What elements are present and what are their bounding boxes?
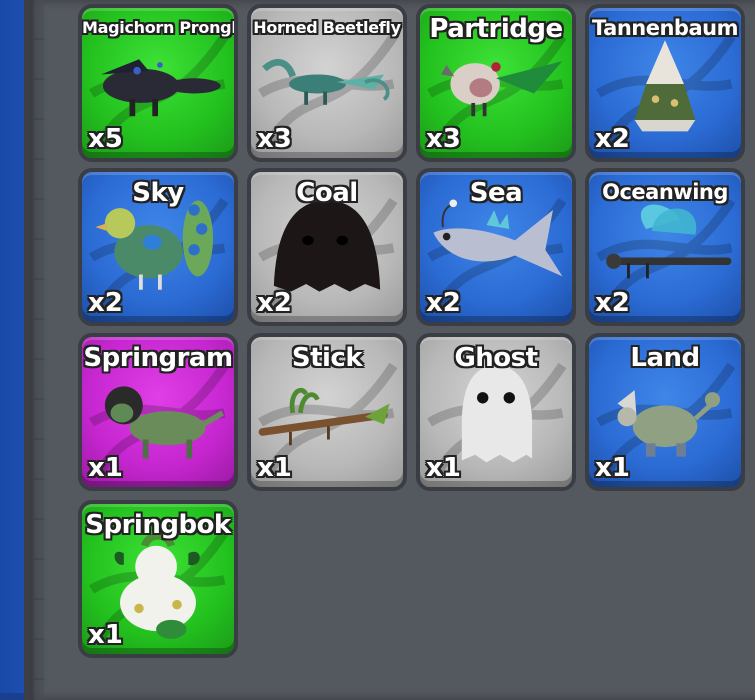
- pet-name: Land: [630, 343, 700, 373]
- pet-count: x3: [426, 124, 461, 154]
- pet-name: Coal: [296, 178, 358, 208]
- pet-card-partridge[interactable]: Partridge x3: [416, 4, 576, 162]
- pet-name: Springbok: [85, 510, 231, 540]
- pet-card-sky[interactable]: Sky x2: [78, 168, 238, 326]
- pet-count: x2: [595, 288, 630, 318]
- pet-count: x1: [426, 453, 461, 483]
- pet-count: x1: [595, 453, 630, 483]
- pet-card-tannenbaum[interactable]: Tannenbaum x2: [585, 4, 745, 162]
- pet-card-coal[interactable]: Coal x2: [247, 168, 407, 326]
- pet-count: x1: [257, 453, 292, 483]
- pet-count: x3: [257, 124, 292, 154]
- pet-card-horned-beetlefly[interactable]: Horned Beetlefly x3: [247, 4, 407, 162]
- pet-name: Sea: [469, 178, 523, 208]
- pet-card-sea[interactable]: Sea x2: [416, 168, 576, 326]
- pet-name: Ghost: [454, 343, 538, 373]
- pet-count: x1: [88, 620, 123, 650]
- pet-count: x2: [595, 124, 630, 154]
- pet-name: Springram: [83, 343, 233, 373]
- pet-card-springbok[interactable]: Springbok x1: [78, 500, 238, 658]
- pet-count: x2: [257, 288, 292, 318]
- pet-card-oceanwing[interactable]: Oceanwing x2: [585, 168, 745, 326]
- pet-card-ghost[interactable]: Ghost x1: [416, 333, 576, 491]
- pet-name: Stick: [291, 343, 363, 373]
- pet-count: x2: [426, 288, 461, 318]
- pet-name: Partridge: [429, 14, 563, 44]
- pet-name: Oceanwing: [602, 180, 728, 204]
- pet-card-land[interactable]: Land x1: [585, 333, 745, 491]
- pet-count: x5: [88, 124, 123, 154]
- pet-name: Tannenbaum: [592, 16, 738, 40]
- pet-name: Magichorn Prongbug: [82, 18, 234, 37]
- pet-count: x1: [88, 453, 123, 483]
- pet-name: Sky: [132, 178, 184, 208]
- pet-card-stick[interactable]: Stick x1: [247, 333, 407, 491]
- pet-card-magichorn-prongbug[interactable]: Magichorn Prongbug x5: [78, 4, 238, 162]
- pet-count: x2: [88, 288, 123, 318]
- pet-card-springram[interactable]: Springram x1: [78, 333, 238, 491]
- pet-name: Horned Beetlefly: [253, 18, 401, 37]
